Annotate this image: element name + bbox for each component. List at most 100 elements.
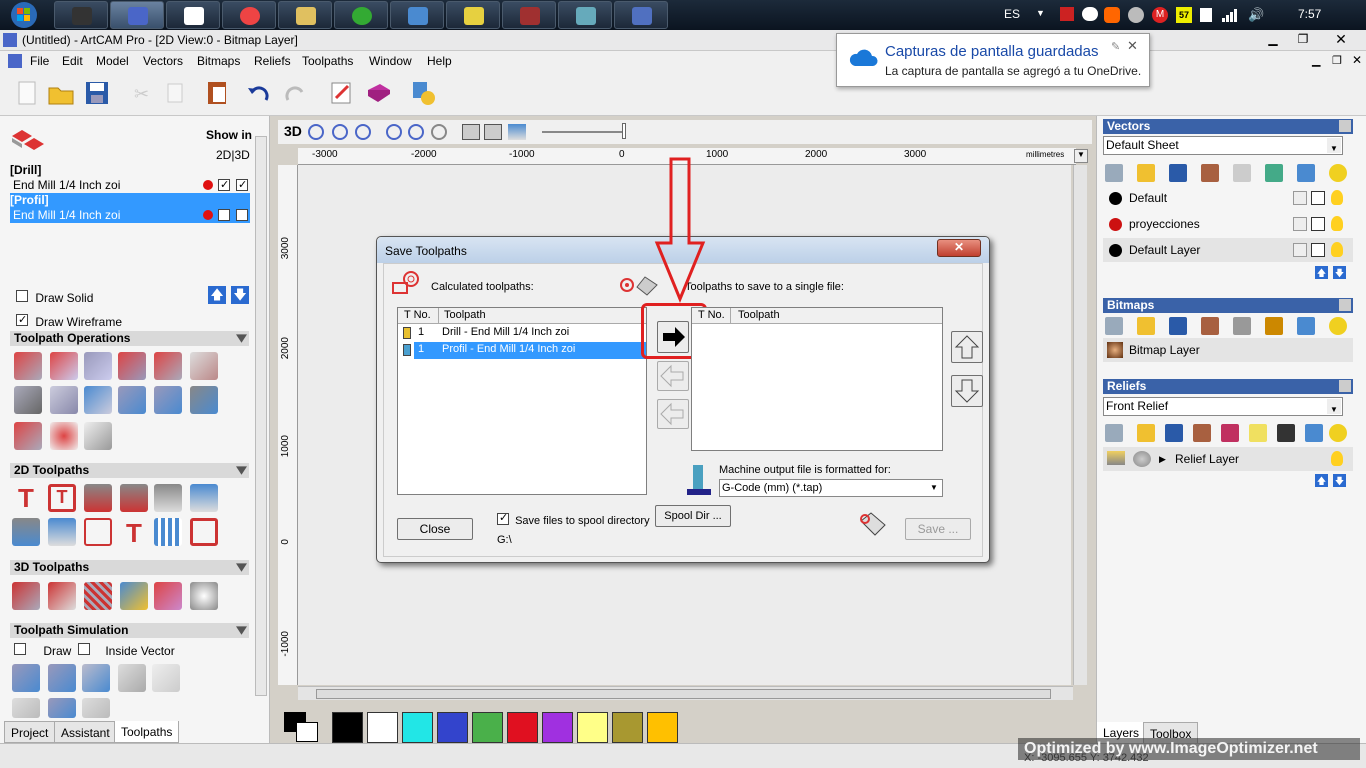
transform-icon[interactable] xyxy=(154,352,182,380)
new-bitmap-icon[interactable] xyxy=(1105,317,1123,335)
save-relief-icon[interactable] xyxy=(1165,424,1183,442)
mdi-restore-button[interactable]: ❐ xyxy=(1332,54,1342,67)
paste-bitmap-icon[interactable] xyxy=(1201,317,1219,335)
menu-window[interactable]: Window xyxy=(369,54,412,68)
relief-light-icon[interactable] xyxy=(1249,424,1267,442)
undo-icon[interactable] xyxy=(244,78,274,108)
export-sim-icon[interactable] xyxy=(152,664,180,692)
list-item[interactable]: 1 Drill - End Mill 1/4 Inch zoi xyxy=(398,325,646,342)
collapse-icon[interactable] xyxy=(236,334,247,343)
paste-relief-icon[interactable] xyxy=(1193,424,1211,442)
tab-assistant[interactable]: Assistant xyxy=(54,721,117,743)
section-3d-toolpaths[interactable]: 3D Toolpaths xyxy=(10,560,249,575)
relief-up-button[interactable]: 🡅 xyxy=(1315,474,1328,487)
lightbulb-icon[interactable] xyxy=(1331,190,1343,205)
calculate-icon[interactable] xyxy=(14,352,42,380)
sim-inside-row[interactable]: Inside Vector xyxy=(78,643,175,658)
relief-add-icon[interactable] xyxy=(1133,451,1151,467)
book-icon[interactable] xyxy=(364,78,394,108)
show-3d-checkbox[interactable] xyxy=(236,209,248,221)
add-toolpath-icon[interactable] xyxy=(14,422,42,450)
spool-dir-button[interactable]: Spool Dir ... xyxy=(655,505,731,527)
color-swatch[interactable] xyxy=(437,712,468,743)
color-swatch[interactable] xyxy=(612,712,643,743)
signal-icon[interactable] xyxy=(1222,8,1238,22)
redo-icon[interactable] xyxy=(280,78,310,108)
save-button[interactable]: Save ... xyxy=(905,518,971,540)
edit-icon[interactable] xyxy=(1311,217,1325,231)
machine-relief-icon[interactable] xyxy=(12,582,40,610)
stack-icon[interactable] xyxy=(118,386,146,414)
color-swatch[interactable] xyxy=(472,712,503,743)
zoom-in-icon[interactable] xyxy=(308,124,324,140)
copy-layer-icon[interactable] xyxy=(1233,164,1251,182)
sheet-icon[interactable] xyxy=(190,352,218,380)
save-layer-icon[interactable] xyxy=(1169,164,1187,182)
color-swatch[interactable] xyxy=(542,712,573,743)
menu-model[interactable]: Model xyxy=(96,54,129,68)
spool-checkbox[interactable] xyxy=(497,513,509,525)
left-panel-scrollbar[interactable] xyxy=(255,136,267,696)
flag-icon[interactable] xyxy=(1060,7,1074,21)
inlay-icon[interactable] xyxy=(48,518,76,546)
remove-all-button[interactable] xyxy=(657,399,689,429)
pin-icon[interactable]: ✎ xyxy=(1111,40,1120,53)
color-swatch[interactable] xyxy=(402,712,433,743)
layer-up-button[interactable]: 🡅 xyxy=(1315,266,1328,279)
save-icon[interactable] xyxy=(82,78,112,108)
delete-bitmap-icon[interactable] xyxy=(1297,317,1315,335)
vector-sheet-select[interactable]: Default Sheet xyxy=(1103,136,1343,157)
open-layer-icon[interactable] xyxy=(1137,164,1155,182)
area-clearance-icon[interactable]: T xyxy=(48,484,76,512)
volume-icon[interactable]: 🔊 xyxy=(1248,7,1264,23)
3d-view-button[interactable]: 3D xyxy=(284,123,302,139)
layer-row-proyecciones[interactable]: proyecciones xyxy=(1103,212,1353,236)
taskbar-app-8[interactable] xyxy=(446,1,500,29)
onedrive-icon[interactable] xyxy=(1082,7,1098,21)
wizard-icon[interactable] xyxy=(408,78,438,108)
edit-icon[interactable] xyxy=(1311,243,1325,257)
remove-from-save-button[interactable] xyxy=(657,361,689,391)
sim-save-icon[interactable] xyxy=(48,698,76,718)
simulate-all-icon[interactable] xyxy=(48,664,76,692)
section-toolpath-simulation[interactable]: Toolpath Simulation xyxy=(10,623,249,638)
menu-reliefs[interactable]: Reliefs xyxy=(254,54,291,68)
open-bitmap-icon[interactable] xyxy=(1137,317,1155,335)
drill-icon[interactable] xyxy=(190,484,218,512)
minimize-button[interactable]: ▁ xyxy=(1262,32,1284,48)
show-2d-checkbox[interactable] xyxy=(218,209,230,221)
notification-close-icon[interactable]: ✕ xyxy=(1127,38,1138,54)
language-indicator[interactable]: ES xyxy=(1004,7,1020,21)
draw-solid-checkbox[interactable] xyxy=(16,290,28,302)
tray-expand-icon[interactable]: ▼ xyxy=(1036,8,1045,18)
visibility-icon[interactable] xyxy=(1329,424,1347,442)
lock-icon[interactable] xyxy=(1293,191,1307,205)
section-2d-toolpaths[interactable]: 2D Toolpaths xyxy=(10,463,249,478)
sync-icon[interactable] xyxy=(1128,7,1144,23)
color-swatch[interactable] xyxy=(332,712,363,743)
light-icon[interactable] xyxy=(508,124,526,140)
visibility-icon[interactable] xyxy=(1329,164,1347,182)
new-file-icon[interactable] xyxy=(12,78,42,108)
rotate-icon[interactable] xyxy=(190,386,218,414)
color-swatch[interactable] xyxy=(577,712,608,743)
color-swatch[interactable] xyxy=(647,712,678,743)
taskbar-app-9[interactable] xyxy=(502,1,556,29)
tab-project[interactable]: Project xyxy=(4,721,56,743)
delete-relief-icon[interactable] xyxy=(1305,424,1323,442)
taskbar-app-11[interactable] xyxy=(614,1,668,29)
paste-icon[interactable] xyxy=(202,78,232,108)
feature-icon[interactable]: T xyxy=(120,518,148,548)
engrave-icon[interactable] xyxy=(154,484,182,512)
menu-file[interactable]: File xyxy=(30,54,49,68)
notes-icon[interactable] xyxy=(326,78,356,108)
copy-icon[interactable] xyxy=(162,78,192,108)
color-swatch[interactable] xyxy=(507,712,538,743)
paste-layer-icon[interactable] xyxy=(1201,164,1219,182)
visibility-icon[interactable] xyxy=(1329,317,1347,335)
delete-layer-icon[interactable] xyxy=(1297,164,1315,182)
sequence-icon[interactable] xyxy=(84,518,112,546)
close-window-button[interactable]: ✕ xyxy=(1330,31,1352,47)
zoom-out-icon[interactable] xyxy=(332,124,348,140)
v-bit-icon[interactable] xyxy=(84,484,112,512)
